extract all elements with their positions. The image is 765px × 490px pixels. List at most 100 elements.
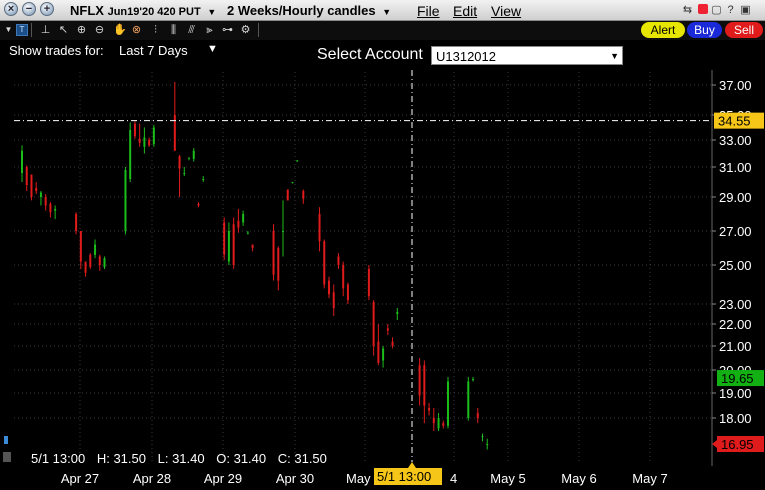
ask-price-pointer [712, 440, 717, 448]
candle-body [342, 265, 345, 289]
y-tick-label: 37.00 [719, 78, 752, 93]
crosshair-price-text: 34.55 [718, 114, 751, 129]
candle-body [272, 231, 275, 275]
account-label: Select Account [317, 46, 423, 63]
candle-body [377, 341, 380, 363]
candle-body [237, 220, 240, 228]
candle-body [246, 232, 249, 234]
candle-body [372, 302, 375, 346]
candle-body [124, 170, 127, 231]
candle-body [49, 203, 52, 213]
ask-price-text: 16.95 [721, 437, 754, 452]
candle-body [386, 328, 389, 331]
account-value: U1312012 [436, 49, 496, 64]
trades-period-value[interactable]: Last 7 Days [119, 43, 188, 58]
candle-body [432, 418, 435, 424]
y-tick-label: 29.00 [719, 190, 752, 205]
candle-body [138, 138, 141, 143]
candle-body [472, 379, 475, 381]
y-tick-label: 31.00 [719, 160, 752, 175]
candle-body [98, 256, 101, 265]
candle-body [437, 418, 440, 429]
candle-body [44, 197, 47, 206]
candle-body [227, 231, 230, 262]
candle-body [79, 231, 82, 262]
candle-body [442, 423, 445, 426]
candle-body [242, 214, 245, 223]
candle-body [94, 244, 97, 255]
x-tick-label: May [346, 471, 371, 486]
candle-body [75, 214, 78, 231]
candle-body [277, 248, 280, 281]
candle-body [447, 381, 450, 426]
candle-body [346, 284, 349, 301]
candle-body [232, 224, 235, 265]
candle-body [183, 173, 186, 174]
candle-body [476, 413, 479, 418]
candle-body [423, 365, 426, 406]
candle-body [21, 150, 23, 173]
candle-body [129, 130, 132, 179]
readout-high: H: 31.50 [96, 451, 146, 466]
candle-body [296, 160, 299, 162]
candle-body [282, 231, 285, 232]
chevron-down-icon[interactable]: ▼ [207, 43, 218, 55]
candle-body [89, 254, 92, 267]
y-tick-label: 23.00 [719, 297, 752, 312]
candle-body [178, 156, 181, 169]
candle-body [486, 444, 489, 445]
candle-body [152, 127, 155, 145]
ohlc-readout: 5/1 13:00 H: 31.50 L: 31.40 O: 31.40 C: … [31, 451, 335, 466]
candle-body [84, 261, 87, 273]
readout-time: 5/1 13:00 [31, 451, 86, 466]
candle-body [302, 191, 305, 199]
candle-body [202, 179, 205, 180]
x-tick-label: Apr 30 [276, 471, 314, 486]
candle-body [188, 157, 191, 159]
candle-body [143, 137, 146, 147]
candle-body [25, 167, 28, 185]
candle-body [148, 140, 151, 146]
candle-body [323, 241, 326, 285]
readout-low: L: 31.40 [157, 451, 205, 466]
x-tick-label: May 5 [490, 471, 525, 486]
candle-body [332, 292, 335, 308]
candle-body [251, 244, 254, 248]
candle-body [223, 222, 226, 255]
y-tick-label: 21.00 [719, 339, 752, 354]
readout-close: C: 31.50 [277, 451, 327, 466]
y-tick-label: 27.00 [719, 224, 752, 239]
candle-body [467, 381, 470, 418]
candle-body [286, 189, 289, 201]
account-select[interactable]: U1312012 ▼ [431, 46, 623, 65]
x-tick-label: Apr 27 [61, 471, 99, 486]
candle-body [291, 182, 294, 183]
candle-body [192, 150, 195, 159]
y-tick-label: 22.00 [719, 317, 752, 332]
y-tick-label: 25.00 [719, 258, 752, 273]
candle-body [382, 348, 385, 361]
x-tick-label: 4 [450, 471, 457, 486]
candle-body [54, 208, 57, 211]
x-tick-label: Apr 29 [204, 471, 242, 486]
candle-body [396, 312, 399, 314]
bid-price-text: 19.65 [721, 371, 754, 386]
readout-open: O: 31.40 [216, 451, 267, 466]
price-chart[interactable]: 37.0035.0033.0031.0029.0027.0025.0023.00… [0, 0, 765, 490]
crosshair-time-text: 5/1 13:00 [377, 469, 431, 484]
candle-body [481, 436, 484, 438]
candle-body [337, 256, 340, 265]
candle-body [418, 365, 421, 396]
left-scroll-handle [4, 436, 8, 444]
candle-body [428, 408, 431, 411]
y-tick-label: 33.00 [719, 133, 752, 148]
y-tick-label: 18.00 [719, 411, 752, 426]
show-trades-label: Show trades for: [9, 43, 104, 58]
candle-body [30, 174, 33, 197]
x-tick-label: May 6 [561, 471, 596, 486]
candle-body [39, 192, 42, 197]
chevron-down-icon: ▼ [610, 51, 619, 61]
candle-body [197, 203, 200, 206]
candle-body [103, 258, 106, 267]
candle-body [35, 188, 38, 191]
